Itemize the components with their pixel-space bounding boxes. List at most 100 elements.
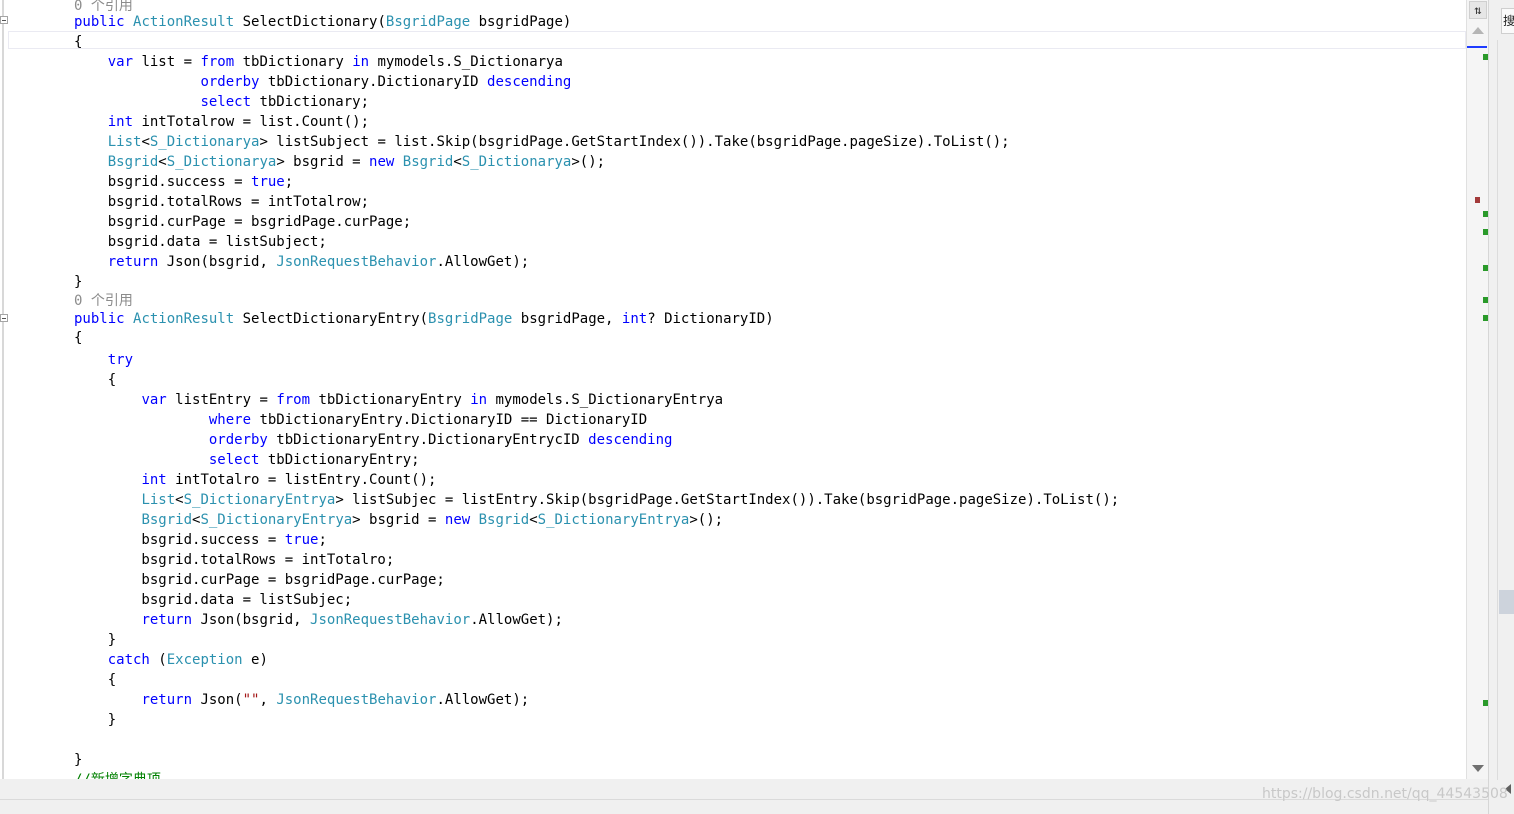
code-token: S_Dictionarya <box>166 154 277 170</box>
split-window-button[interactable]: ⇅ <box>1469 1 1487 19</box>
code-token: orderby <box>208 432 268 448</box>
code-token: true <box>251 174 285 190</box>
code-token: tbDictionaryEntry <box>310 392 471 408</box>
code-token: ActionResult <box>133 14 235 30</box>
panel-divider <box>1497 40 1498 780</box>
current-line-highlight <box>8 31 1466 49</box>
code-token: >(); <box>571 154 606 170</box>
side-panel: 搜索 <box>1488 0 1514 814</box>
code-token: mymodels.S_Dictionarya <box>369 54 563 70</box>
code-token: bsgridPage) <box>470 14 572 30</box>
code-line: 0 个引用 <box>74 291 133 311</box>
code-line: Bsgrid<S_Dictionarya> bsgrid = new Bsgri… <box>74 152 605 172</box>
code-line: //新增字典项 <box>74 770 161 779</box>
code-token: List <box>107 134 142 150</box>
code-token: int <box>141 472 167 488</box>
code-token: Json( <box>192 692 243 708</box>
collapse-icon[interactable] <box>0 314 8 322</box>
code-token: var <box>141 392 167 408</box>
code-token: } <box>74 632 117 648</box>
code-token: tbDictionaryEntry.DictionaryEntrycID <box>267 432 589 448</box>
scrollbar-marker <box>1475 197 1480 203</box>
code-line: catch (Exception e) <box>74 650 268 670</box>
code-line: } <box>74 710 116 730</box>
code-token: public <box>74 311 125 327</box>
code-token: SelectDictionaryEntry( <box>234 311 429 327</box>
watermark-text: https://blog.csdn.net/qq_44543508 <box>1262 786 1508 802</box>
scroll-down-arrow-icon[interactable] <box>1472 765 1484 772</box>
code-token: intTotalrow = list.Count(); <box>133 114 370 130</box>
code-token: tbDictionary <box>234 54 353 70</box>
code-token: mymodels.S_DictionaryEntrya <box>487 392 724 408</box>
code-line: public ActionResult SelectDictionary(Bsg… <box>74 12 571 32</box>
code-token: BsgridPage <box>428 311 513 327</box>
vertical-scrollbar[interactable]: ⇅ <box>1466 0 1488 779</box>
code-line: return Json("", JsonRequestBehavior.Allo… <box>74 690 529 710</box>
panel-scroll-thumb[interactable] <box>1499 590 1514 614</box>
code-token: int <box>107 114 134 130</box>
code-line: bsgrid.success = true; <box>74 172 293 192</box>
code-line: bsgrid.totalRows = intTotalro; <box>74 550 394 570</box>
code-token: Bsgrid <box>141 512 193 528</box>
code-token: , <box>259 692 277 708</box>
code-token: S_DictionaryEntrya <box>200 512 353 528</box>
code-token: S_DictionaryEntrya <box>183 492 336 508</box>
code-line: bsgrid.data = listSubjec; <box>74 590 352 610</box>
code-line: { <box>74 32 82 52</box>
code-line: List<S_Dictionarya> listSubject = list.S… <box>74 132 1010 152</box>
code-token: bsgrid.curPage = bsgridPage.curPage; <box>74 214 412 230</box>
collapse-icon[interactable] <box>0 16 8 24</box>
code-token: .AllowGet); <box>470 612 563 628</box>
code-token: { <box>74 330 83 346</box>
code-token: bsgrid.data = listSubject; <box>74 234 327 250</box>
code-token: JsonRequestBehavior <box>310 612 471 628</box>
code-token: in <box>470 392 488 408</box>
code-line: select tbDictionary; <box>74 92 369 112</box>
code-token: S_Dictionarya <box>149 134 260 150</box>
code-token: S_DictionaryEntrya <box>537 512 690 528</box>
scroll-up-arrow-icon[interactable] <box>1472 27 1484 34</box>
code-token: ? DictionaryID) <box>647 311 774 327</box>
code-token: S_Dictionarya <box>461 154 572 170</box>
code-token: > listSubjec = listEntry.Skip(bsgridPage… <box>335 492 1120 508</box>
code-token: select <box>208 452 260 468</box>
code-line: { <box>74 328 82 348</box>
code-token: JsonRequestBehavior <box>276 692 437 708</box>
code-line: bsgrid.totalRows = intTotalrow; <box>74 192 369 212</box>
code-token: return <box>141 692 193 708</box>
code-token: .AllowGet); <box>436 254 530 270</box>
code-line: int intTotalro = listEntry.Count(); <box>74 470 436 490</box>
code-line: { <box>74 370 116 390</box>
code-token: bsgrid.curPage = bsgridPage.curPage; <box>74 572 445 588</box>
code-line: select tbDictionaryEntry; <box>74 450 420 470</box>
code-token: list = <box>133 54 201 70</box>
code-token: in <box>352 54 370 70</box>
search-tab[interactable]: 搜索 <box>1501 8 1514 34</box>
code-token: //新增字典项 <box>74 772 161 779</box>
code-token: "" <box>242 692 260 708</box>
code-token: bsgrid.success = <box>74 532 285 548</box>
code-token: Json(bsgrid, <box>192 612 311 628</box>
code-token: from <box>200 54 235 70</box>
code-line: { <box>74 670 116 690</box>
code-token: SelectDictionary( <box>234 14 386 30</box>
code-token: tbDictionary; <box>251 94 370 110</box>
code-token: } <box>74 752 83 768</box>
code-token: } <box>74 712 117 728</box>
code-token: { <box>74 34 83 50</box>
code-line: where tbDictionaryEntry.DictionaryID == … <box>74 410 647 430</box>
code-editor[interactable]: 0 个引用 public ActionResult SelectDictionar… <box>0 0 1466 779</box>
code-token: var <box>107 54 134 70</box>
code-token: new <box>369 154 395 170</box>
